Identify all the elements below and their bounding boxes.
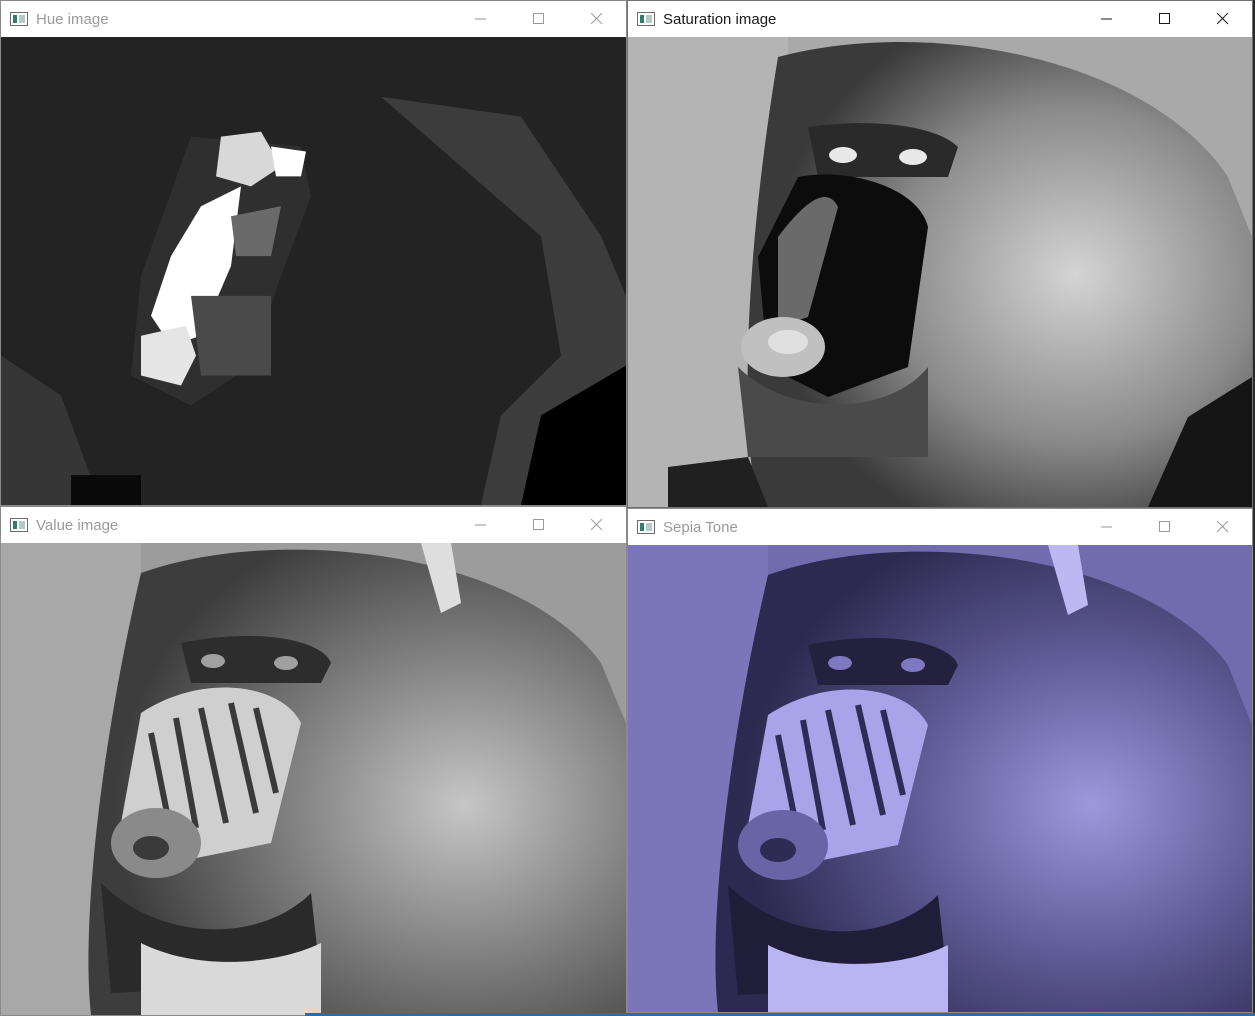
minimize-icon: [1101, 526, 1112, 528]
close-button[interactable]: [1194, 1, 1252, 37]
close-icon: [591, 519, 603, 531]
hue-image-window[interactable]: Hue image: [0, 0, 627, 506]
minimize-icon: [1101, 18, 1112, 20]
close-button[interactable]: [568, 507, 626, 543]
maximize-button[interactable]: [510, 1, 568, 37]
close-button[interactable]: [568, 1, 626, 37]
maximize-button[interactable]: [1136, 509, 1194, 545]
saturation-image: [628, 37, 1252, 507]
close-button[interactable]: [1194, 509, 1252, 545]
maximize-icon: [1159, 13, 1170, 24]
value-window-titlebar[interactable]: Value image: [1, 507, 626, 543]
minimize-button[interactable]: [452, 507, 510, 543]
app-icon: [637, 12, 655, 26]
hue-window-titlebar[interactable]: Hue image: [1, 1, 626, 37]
maximize-button[interactable]: [1136, 1, 1194, 37]
minimize-button[interactable]: [452, 1, 510, 37]
minimize-icon: [475, 18, 486, 20]
minimize-icon: [475, 524, 486, 526]
maximize-icon: [533, 13, 544, 24]
maximize-icon: [533, 519, 544, 530]
close-icon: [591, 13, 603, 25]
window-title: Value image: [36, 516, 119, 534]
sepia-tone-window[interactable]: Sepia Tone: [627, 508, 1253, 1013]
window-title: Saturation image: [663, 10, 777, 28]
window-title: Sepia Tone: [663, 518, 738, 536]
maximize-icon: [1159, 521, 1170, 532]
close-icon: [1217, 13, 1229, 25]
value-image-window[interactable]: Value image: [0, 506, 627, 1016]
window-title: Hue image: [36, 10, 109, 28]
saturation-window-titlebar[interactable]: Saturation image: [628, 1, 1252, 37]
close-icon: [1217, 521, 1229, 533]
saturation-image-window[interactable]: Saturation image: [627, 0, 1253, 508]
app-icon: [637, 520, 655, 534]
maximize-button[interactable]: [510, 507, 568, 543]
app-icon: [10, 518, 28, 532]
value-image: [1, 543, 626, 1015]
app-icon: [10, 12, 28, 26]
sepia-tone-image: [628, 545, 1252, 1012]
minimize-button[interactable]: [1078, 1, 1136, 37]
sepia-window-titlebar[interactable]: Sepia Tone: [628, 509, 1252, 545]
minimize-button[interactable]: [1078, 509, 1136, 545]
hue-image: [1, 37, 626, 505]
